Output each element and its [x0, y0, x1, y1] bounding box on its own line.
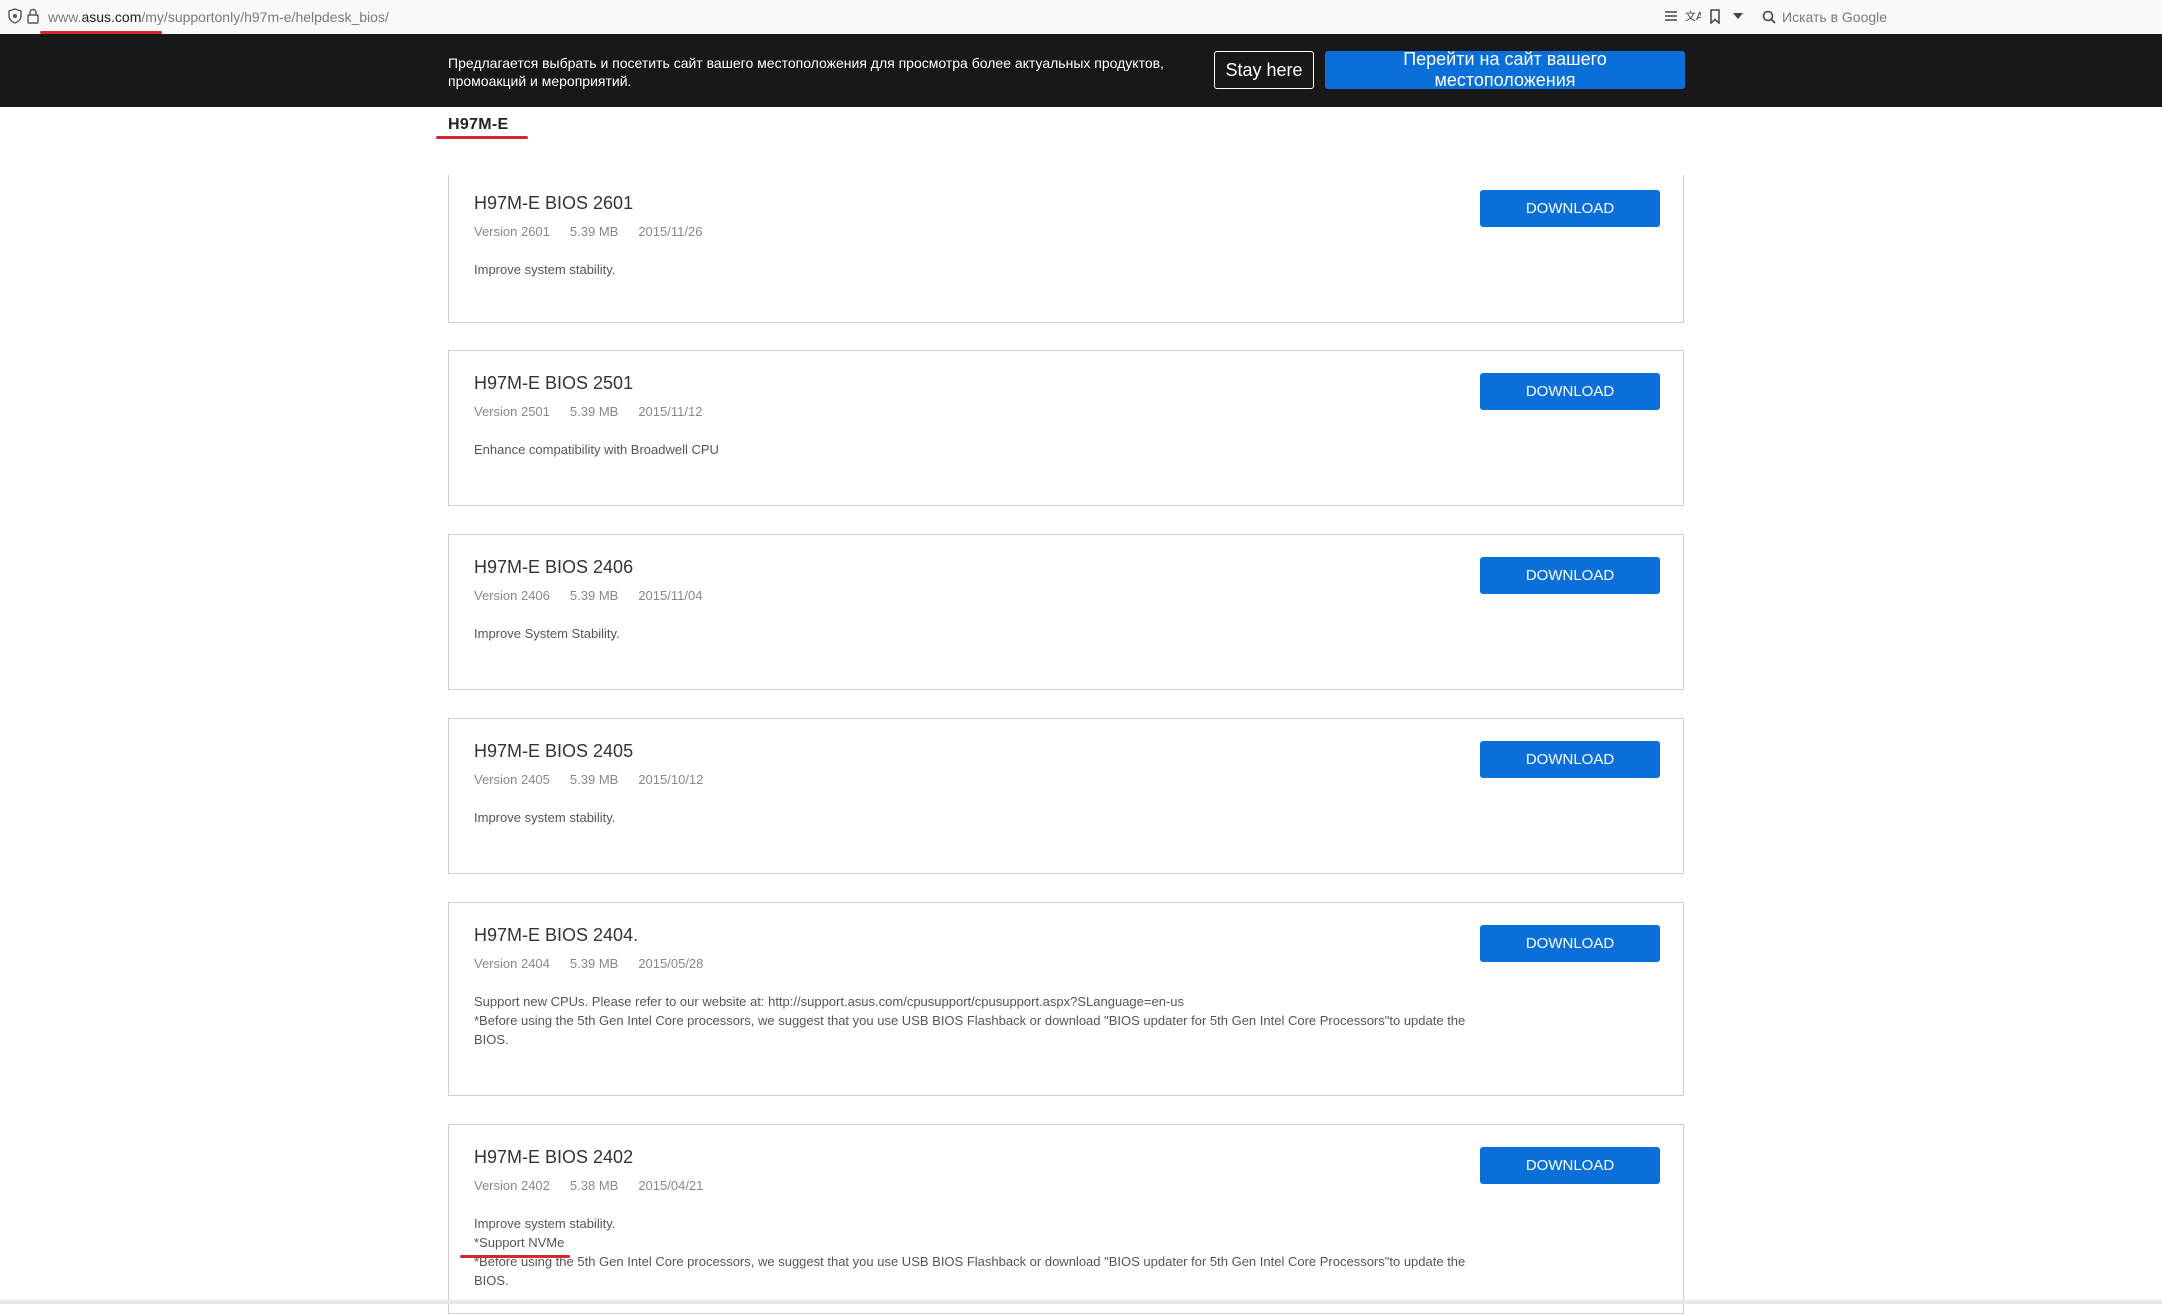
bios-version: Version 2406 — [474, 588, 550, 603]
bios-meta: Version 2405 5.39 MB 2015/10/12 — [474, 772, 723, 787]
bios-size: 5.39 MB — [569, 588, 619, 603]
bios-description: Enhance compatibility with Broadwell CPU — [474, 440, 1474, 459]
bios-desc-line: *Before using the 5th Gen Intel Core pro… — [474, 1013, 1466, 1047]
bios-desc-line: Improve system stability. — [474, 1216, 616, 1231]
bios-description: Improve system stability. *Support NVMe … — [474, 1214, 1474, 1290]
bios-desc-line: Improve system stability. — [474, 262, 616, 277]
bios-description: Improve System Stability. — [474, 624, 1474, 643]
bios-size: 5.39 MB — [569, 224, 619, 239]
bios-title: H97M-E BIOS 2406 — [474, 557, 634, 577]
bios-size: 5.39 MB — [569, 404, 619, 419]
bios-card: H97M-E BIOS 2601 Version 2601 5.39 MB 2015… — [448, 175, 1684, 323]
download-button[interactable]: DOWNLOAD — [1480, 925, 1660, 962]
lock-icon[interactable] — [27, 8, 39, 24]
translate-icon[interactable]: 文A — [1685, 9, 1701, 23]
page-bottom-edge — [0, 1300, 2162, 1304]
bios-size: 5.39 MB — [569, 772, 619, 787]
svg-text:文A: 文A — [1685, 9, 1701, 23]
bios-title: H97M-E BIOS 2501 — [474, 373, 634, 393]
bios-card: H97M-E BIOS 2501 Version 2501 5.39 MB 2015… — [448, 350, 1684, 506]
download-button[interactable]: DOWNLOAD — [1480, 1147, 1660, 1184]
go-to-region-site-button[interactable]: Перейти на сайт вашего местоположения — [1325, 49, 1685, 90]
search-icon — [1762, 10, 1776, 24]
region-banner: Предлагается выбрать и посетить сайт ваш… — [0, 34, 2162, 107]
bios-meta: Version 2601 5.39 MB 2015/11/26 — [474, 224, 722, 239]
chevron-down-icon[interactable] — [1733, 13, 1743, 20]
bios-meta: Version 2402 5.38 MB 2015/04/21 — [474, 1178, 723, 1193]
bios-desc-line: Improve system stability. — [474, 810, 616, 825]
bios-version: Version 2501 — [474, 404, 550, 419]
bios-date: 2015/05/28 — [638, 956, 704, 971]
banner-text: Предлагается выбрать и посетить сайт ваш… — [448, 55, 1164, 89]
bios-date: 2015/10/12 — [638, 772, 704, 787]
bios-description: Improve system stability. — [474, 808, 1474, 827]
bios-size: 5.39 MB — [569, 956, 619, 971]
bios-date: 2015/11/26 — [638, 224, 703, 239]
url-path: /my/supportonly/h97m-e/helpdesk_bios/ — [141, 9, 389, 25]
bios-card: H97M-E BIOS 2406 Version 2406 5.39 MB 2015… — [448, 534, 1684, 690]
bios-card: H97M-E BIOS 2402 Version 2402 5.38 MB 2015… — [448, 1124, 1684, 1314]
bios-date: 2015/11/04 — [638, 588, 703, 603]
bios-version: Version 2402 — [474, 1178, 550, 1193]
url-domain: asus.com — [81, 9, 142, 25]
bios-desc-line: Improve System Stability. — [474, 626, 620, 641]
download-button[interactable]: DOWNLOAD — [1480, 557, 1660, 594]
bios-size: 5.38 MB — [569, 1178, 619, 1193]
bios-title: H97M-E BIOS 2402 — [474, 1147, 634, 1167]
download-button[interactable]: DOWNLOAD — [1480, 190, 1660, 227]
bios-meta: Version 2501 5.39 MB 2015/11/12 — [474, 404, 722, 419]
bios-meta: Version 2406 5.39 MB 2015/11/04 — [474, 588, 722, 603]
bios-title: H97M-E BIOS 2601 — [474, 193, 634, 213]
stay-here-button[interactable]: Stay here — [1214, 51, 1314, 89]
bios-desc-line: *Support NVMe — [474, 1235, 565, 1250]
model-title: H97M-E — [448, 116, 509, 133]
bios-title: H97M-E BIOS 2405 — [474, 741, 634, 761]
bios-title: H97M-E BIOS 2404. — [474, 925, 639, 945]
reader-view-icon[interactable] — [1664, 10, 1678, 22]
search-field[interactable]: Искать в Google — [1760, 8, 2140, 28]
bios-description: Improve system stability. — [474, 260, 1474, 279]
bios-version: Version 2405 — [474, 772, 550, 787]
nvme-annotation-underline — [460, 1255, 570, 1258]
download-button[interactable]: DOWNLOAD — [1480, 741, 1660, 778]
bios-date: 2015/11/12 — [638, 404, 703, 419]
bios-version: Version 2601 — [474, 224, 550, 239]
url-bar[interactable]: www.asus.com/my/supportonly/h97m-e/helpd… — [48, 9, 389, 25]
search-placeholder: Искать в Google — [1782, 9, 1888, 25]
bios-card: H97M-E BIOS 2404. Version 2404 5.39 MB 201… — [448, 902, 1684, 1096]
shield-icon[interactable] — [8, 8, 22, 24]
bookmark-icon[interactable] — [1709, 9, 1721, 24]
bios-version: Version 2404 — [474, 956, 550, 971]
url-prefix: www. — [48, 9, 82, 25]
bios-date: 2015/04/21 — [638, 1178, 704, 1193]
bios-desc-line: Support new CPUs. Please refer to our we… — [474, 994, 1184, 1009]
bios-meta: Version 2404 5.39 MB 2015/05/28 — [474, 956, 723, 971]
bios-description: Support new CPUs. Please refer to our we… — [474, 992, 1474, 1049]
bios-desc-line: Enhance compatibility with Broadwell CPU — [474, 442, 719, 457]
browser-toolbar: www.asus.com/my/supportonly/h97m-e/helpd… — [0, 0, 2162, 35]
bios-desc-line: *Before using the 5th Gen Intel Core pro… — [474, 1254, 1466, 1288]
bios-card: H97M-E BIOS 2405 Version 2405 5.39 MB 2015… — [448, 718, 1684, 874]
download-button[interactable]: DOWNLOAD — [1480, 373, 1660, 410]
model-annotation-underline — [436, 136, 528, 139]
